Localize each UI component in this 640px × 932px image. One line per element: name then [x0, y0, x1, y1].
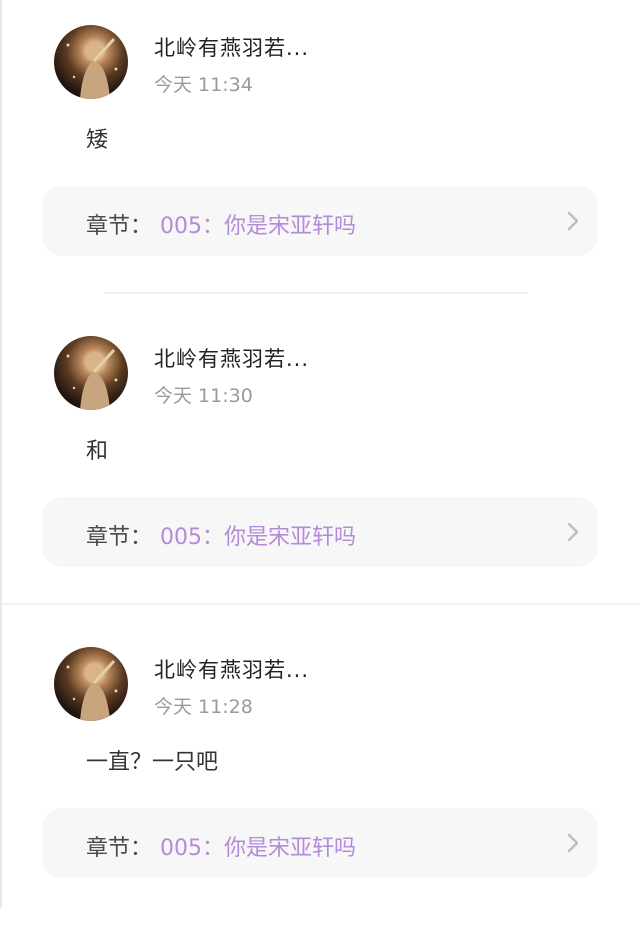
chapter-title: 005：你是宋亚轩吗: [160, 214, 356, 239]
user-avatar[interactable]: [54, 336, 128, 410]
username[interactable]: 北岭有燕羽若...: [154, 343, 309, 373]
chapter-label: 章节：: [86, 836, 153, 861]
comment-text: 和: [86, 439, 109, 464]
username[interactable]: 北岭有燕羽若...: [154, 32, 309, 62]
user-avatar[interactable]: [54, 25, 128, 99]
comment-time: 今天 11:28: [154, 696, 253, 718]
comment-item: 北岭有燕羽若... 今天 11:28 一直？一只吧 章节： 005：你是宋亚轩吗: [0, 622, 640, 932]
comment-time: 今天 11:34: [154, 74, 253, 96]
chevron-right-icon: [567, 522, 579, 542]
chapter-link[interactable]: 章节： 005：你是宋亚轩吗: [42, 808, 598, 878]
comment-item: 北岭有燕羽若... 今天 11:30 和 章节： 005：你是宋亚轩吗: [0, 311, 640, 621]
comment-item: 北岭有燕羽若... 今天 11:34 矮 章节： 005：你是宋亚轩吗: [0, 0, 640, 310]
chapter-title: 005：你是宋亚轩吗: [160, 836, 356, 861]
chevron-right-icon: [567, 833, 579, 853]
chevron-right-icon: [567, 211, 579, 231]
comment-text: 矮: [86, 128, 109, 153]
divider: [2, 603, 640, 605]
comment-time: 今天 11:30: [154, 385, 253, 407]
comment-text: 一直？一只吧: [86, 750, 219, 775]
chapter-label: 章节：: [86, 214, 153, 239]
chapter-link[interactable]: 章节： 005：你是宋亚轩吗: [42, 497, 598, 567]
chapter-label: 章节：: [86, 525, 153, 550]
divider: [104, 292, 528, 294]
chapter-link[interactable]: 章节： 005：你是宋亚轩吗: [42, 186, 598, 256]
chapter-title: 005：你是宋亚轩吗: [160, 525, 356, 550]
user-avatar[interactable]: [54, 647, 128, 721]
username[interactable]: 北岭有燕羽若...: [154, 654, 309, 684]
